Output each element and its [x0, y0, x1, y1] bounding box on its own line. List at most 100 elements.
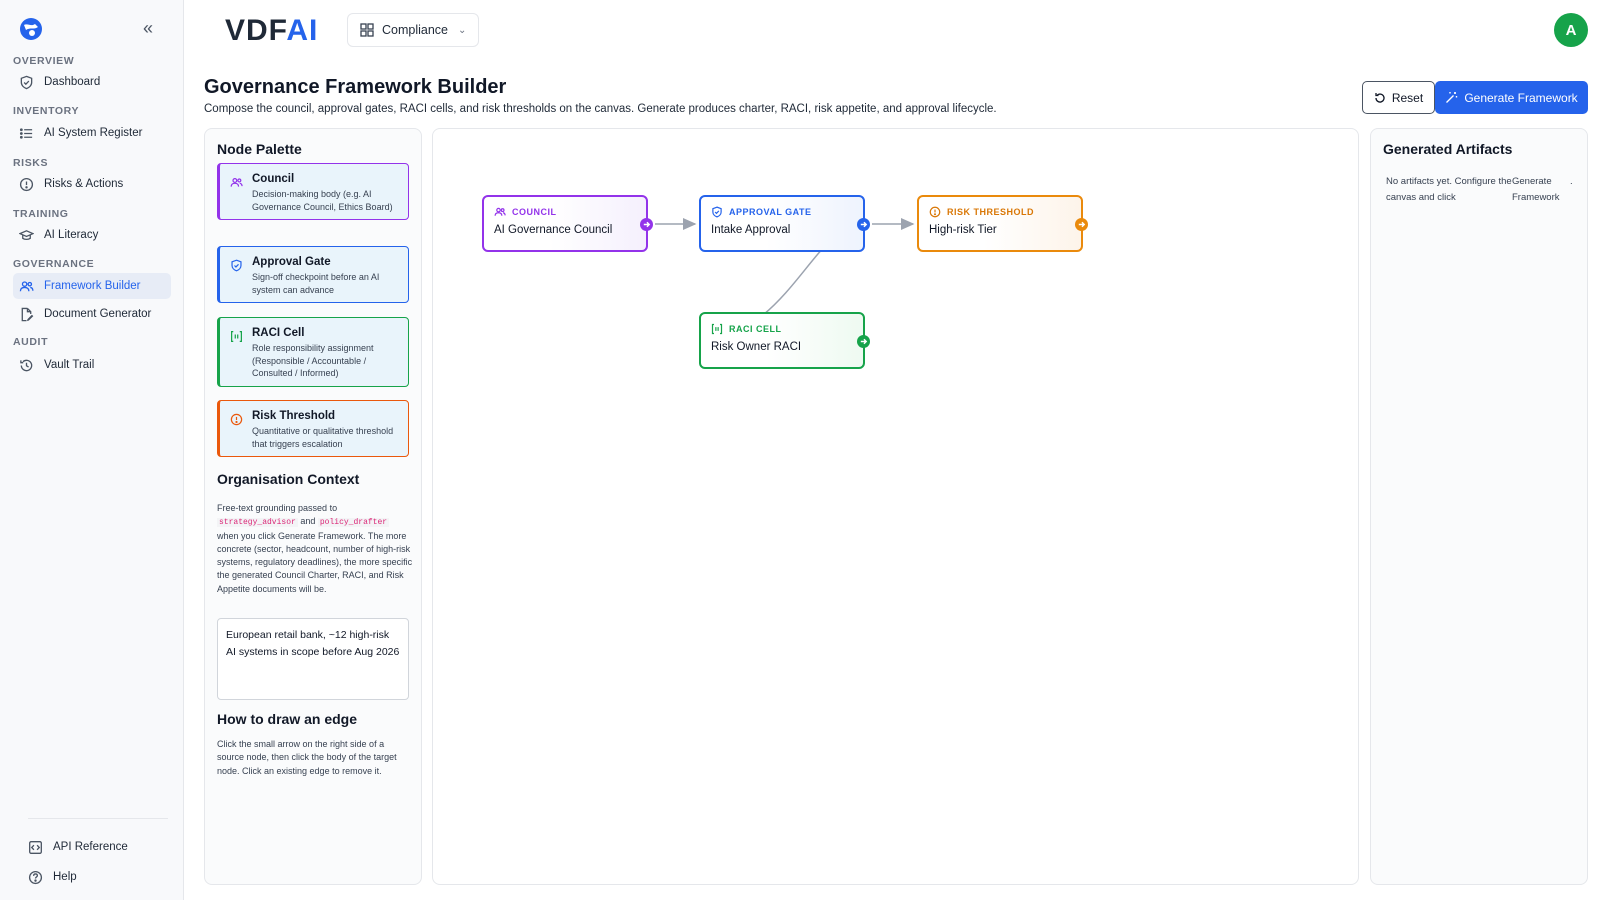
sidebar-item-label: AI Literacy: [44, 229, 99, 241]
users-icon: [494, 207, 506, 216]
palette-card-desc: Sign-off checkpoint before an AI system …: [252, 272, 380, 295]
sidebar-item-label: Vault Trail: [44, 359, 95, 371]
edge-handle-arrow-icon[interactable]: [857, 218, 870, 231]
reset-icon: [1375, 92, 1385, 103]
artifacts-empty-text: No artifacts yet. Configure the canvas a…: [1386, 176, 1512, 203]
context-desc-post: when you click Generate Framework. The m…: [217, 530, 413, 594]
node-kind: COUNCIL: [494, 206, 557, 218]
grid-icon: [360, 23, 374, 37]
reset-button[interactable]: Reset: [1362, 81, 1435, 114]
alert-circle-icon: [929, 206, 941, 218]
grid-brackets-icon: [711, 323, 723, 335]
palette-card-desc: Role responsibility assignment (Responsi…: [252, 343, 374, 378]
context-desc-and: and: [300, 516, 316, 527]
palette-card-council[interactable]: Council Decision-making body (e.g. AI Go…: [217, 163, 409, 220]
node-label: Risk Owner RACI: [711, 341, 802, 353]
nav-section-risks: RISKS: [13, 157, 49, 169]
palette-card-approval-gate[interactable]: Approval Gate Sign-off checkpoint before…: [217, 246, 409, 303]
generate-framework-button[interactable]: Generate Framework: [1435, 81, 1588, 114]
sidebar-item-risks-actions[interactable]: Risks & Actions: [13, 171, 171, 197]
shield-check-icon: [20, 75, 33, 89]
page-title: Governance Framework Builder: [204, 76, 507, 98]
sidebar-item-document-generator[interactable]: Document Generator: [13, 301, 171, 327]
palette-card-title: Risk Threshold: [252, 410, 336, 422]
node-kind: RISK THRESHOLD: [929, 206, 1034, 218]
avatar[interactable]: A: [1554, 13, 1588, 47]
code-icon: [29, 840, 42, 854]
sidebar-item-label: AI System Register: [44, 127, 143, 139]
nav-section-overview: OVERVIEW: [13, 55, 75, 67]
brand-logo-main: VDF: [225, 14, 287, 47]
palette-card-raci-cell[interactable]: RACI Cell Role responsibility assignment…: [217, 317, 409, 387]
generated-artifacts-title: Generated Artifacts: [1383, 141, 1513, 157]
workspace-selector[interactable]: Compliance ⌄: [347, 13, 479, 47]
collapse-sidebar-button[interactable]: «: [138, 18, 158, 38]
graduation-cap-icon: [19, 229, 34, 240]
nav-section-audit: AUDIT: [13, 336, 49, 348]
chevron-down-icon: ⌄: [458, 24, 467, 36]
sidebar-item-dashboard[interactable]: Dashboard: [13, 69, 171, 95]
alert-circle-icon: [19, 177, 34, 191]
palette-card-title: Council: [252, 173, 295, 185]
node-kind-label: RACI CELL: [729, 324, 782, 334]
app-logo-icon[interactable]: [19, 17, 43, 41]
edge-help-desc: Click the small arrow on the right side …: [217, 739, 397, 776]
sidebar-item-label: Document Generator: [44, 308, 152, 320]
node-kind-label: RISK THRESHOLD: [947, 207, 1035, 217]
node-label: AI Governance Council: [494, 224, 613, 236]
alert-circle-icon: [230, 413, 243, 426]
sidebar-item-label: Help: [53, 871, 77, 883]
sidebar-item-vault-trail[interactable]: Vault Trail: [13, 352, 171, 378]
artifacts-empty-action: Generate Framework: [1512, 176, 1560, 203]
artifacts-empty-state: No artifacts yet. Configure the canvas a…: [1386, 174, 1576, 206]
node-kind-label: COUNCIL: [512, 207, 557, 217]
sidebar-divider: [28, 818, 168, 819]
code-policy-drafter: policy_drafter: [317, 518, 390, 528]
file-edit-icon: [21, 307, 34, 321]
help-circle-icon: [28, 870, 43, 884]
sidebar-item-label: API Reference: [53, 841, 128, 853]
canvas-node-council[interactable]: COUNCIL AI Governance Council: [482, 195, 653, 252]
canvas-node-approval-gate[interactable]: APPROVAL GATE Intake Approval: [699, 195, 870, 252]
sidebar: « OVERVIEW Dashboard INVENTORY AI System…: [0, 0, 184, 900]
sidebar-item-api-reference[interactable]: API Reference: [22, 834, 172, 860]
brand-logo[interactable]: VDFAI: [225, 14, 318, 48]
palette-card-risk-threshold[interactable]: Risk Threshold Quantitative or qualitati…: [217, 400, 409, 457]
shield-check-icon: [231, 259, 242, 272]
grid-brackets-icon: [231, 331, 242, 342]
edge-handle-arrow-icon[interactable]: [857, 335, 870, 348]
palette-card-title: Approval Gate: [252, 256, 331, 268]
node-kind-label: APPROVAL GATE: [729, 207, 812, 217]
node-label: High-risk Tier: [929, 224, 997, 236]
sidebar-item-ai-system-register[interactable]: AI System Register: [13, 120, 171, 146]
node-palette-panel: Node Palette Council Decision-making bod…: [204, 128, 422, 885]
shield-check-icon: [712, 206, 722, 218]
organisation-context-desc: Free-text grounding passed to strategy_a…: [217, 502, 413, 596]
sidebar-item-label: Risks & Actions: [44, 178, 124, 190]
organisation-context-input[interactable]: European retail bank, ~12 high-risk AI s…: [217, 618, 409, 700]
sidebar-item-label: Framework Builder: [44, 280, 141, 292]
node-kind: APPROVAL GATE: [711, 206, 812, 218]
sidebar-item-framework-builder[interactable]: Framework Builder: [13, 273, 171, 299]
node-palette-title: Node Palette: [217, 141, 302, 157]
framework-canvas[interactable]: COUNCIL AI Governance Council APPROVAL G…: [432, 128, 1359, 885]
palette-card-title: RACI Cell: [252, 327, 305, 339]
reset-label: Reset: [1391, 90, 1424, 105]
magic-wand-icon: [1446, 92, 1458, 103]
users-icon: [230, 177, 243, 187]
canvas-node-raci-cell[interactable]: RACI CELL Risk Owner RACI: [699, 312, 870, 369]
palette-card-desc: Decision-making body (e.g. AI Governance…: [252, 189, 393, 212]
edge-handle-arrow-icon[interactable]: [640, 218, 653, 231]
sidebar-item-help[interactable]: Help: [22, 864, 172, 890]
artifacts-empty-end: .: [1570, 176, 1573, 187]
edge-handle-arrow-icon[interactable]: [1075, 218, 1088, 231]
list-icon: [19, 127, 33, 139]
sidebar-item-ai-literacy[interactable]: AI Literacy: [13, 222, 171, 248]
canvas-node-risk-threshold[interactable]: RISK THRESHOLD High-risk Tier: [917, 195, 1088, 252]
palette-card-desc: Quantitative or qualitative threshold th…: [252, 426, 394, 449]
nav-section-training: TRAINING: [13, 208, 69, 220]
node-label: Intake Approval: [711, 224, 791, 236]
nav-section-governance: GOVERNANCE: [13, 258, 95, 270]
generate-framework-label: Generate Framework: [1464, 90, 1578, 105]
nav-section-inventory: INVENTORY: [13, 105, 80, 117]
